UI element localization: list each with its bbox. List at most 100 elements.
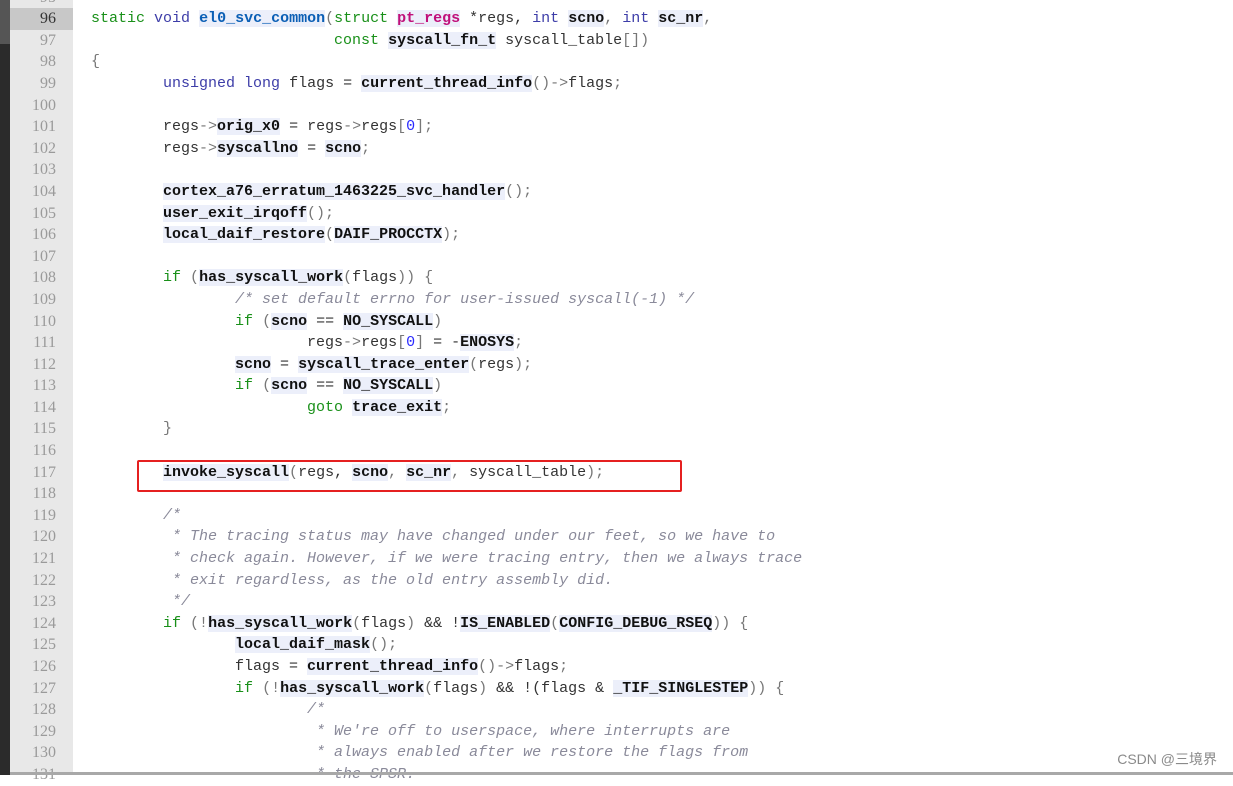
code-token: && ! bbox=[415, 614, 461, 632]
code-token: ( bbox=[424, 679, 434, 697]
line-number[interactable]: 113 bbox=[10, 375, 73, 397]
code-token: { bbox=[739, 614, 749, 632]
code-token: []) bbox=[622, 31, 650, 49]
code-line[interactable]: regs->orig_x0 = regs->regs[0]; bbox=[73, 116, 1233, 138]
code-line[interactable]: if (scno == NO_SYSCALL) bbox=[73, 375, 1233, 397]
code-line[interactable] bbox=[73, 246, 1233, 268]
line-number[interactable]: 128 bbox=[10, 699, 73, 721]
line-number[interactable]: 99 bbox=[10, 73, 73, 95]
code-line[interactable]: static void el0_svc_common(struct pt_reg… bbox=[73, 8, 1233, 30]
code-line[interactable]: unsigned long flags = current_thread_inf… bbox=[73, 73, 1233, 95]
line-number[interactable]: 105 bbox=[10, 203, 73, 225]
line-number[interactable]: 116 bbox=[10, 440, 73, 462]
code-token: has_syscall_work bbox=[199, 269, 344, 287]
code-line[interactable]: regs->syscallno = scno; bbox=[73, 138, 1233, 160]
code-line[interactable]: if (!has_syscall_work(flags) && !(flags … bbox=[73, 678, 1233, 700]
line-number[interactable]: 98 bbox=[10, 51, 73, 73]
code-token: ()-> bbox=[478, 658, 515, 676]
code-line[interactable] bbox=[73, 440, 1233, 462]
line-number[interactable]: 101 bbox=[10, 116, 73, 138]
code-token: ( bbox=[325, 10, 335, 28]
code-line[interactable]: /* bbox=[73, 505, 1233, 527]
line-number[interactable]: 121 bbox=[10, 548, 73, 570]
line-number[interactable]: 123 bbox=[10, 591, 73, 613]
line-number[interactable]: 102 bbox=[10, 138, 73, 160]
code-line[interactable]: local_daif_restore(DAIF_PROCCTX); bbox=[73, 224, 1233, 246]
code-token: [ bbox=[397, 334, 407, 352]
line-number[interactable]: 107 bbox=[10, 246, 73, 268]
code-line[interactable]: local_daif_mask(); bbox=[73, 634, 1233, 656]
code-line[interactable]: /* bbox=[73, 699, 1233, 721]
code-token: = bbox=[271, 355, 299, 373]
code-line[interactable] bbox=[73, 95, 1233, 117]
line-number[interactable]: 111 bbox=[10, 332, 73, 354]
code-line[interactable]: if (scno == NO_SYSCALL) bbox=[73, 311, 1233, 333]
line-number[interactable]: 95 bbox=[10, 0, 73, 8]
code-line[interactable]: } bbox=[73, 418, 1233, 440]
line-number[interactable]: 119 bbox=[10, 505, 73, 527]
code-token: ) bbox=[433, 377, 443, 395]
code-line[interactable]: regs->regs[0] = -ENOSYS; bbox=[73, 332, 1233, 354]
code-token: flags bbox=[568, 74, 614, 92]
code-token: ()-> bbox=[532, 74, 569, 92]
code-line[interactable]: const syscall_fn_t syscall_table[]) bbox=[73, 30, 1233, 52]
code-token: (); bbox=[505, 182, 533, 200]
sidebar-scroll-thumb[interactable] bbox=[0, 0, 10, 44]
line-number[interactable]: 124 bbox=[10, 613, 73, 635]
code-line[interactable]: * The tracing status may have changed un… bbox=[73, 526, 1233, 548]
code-line[interactable]: * check again. However, if we were traci… bbox=[73, 548, 1233, 570]
code-token: syscall_table bbox=[496, 31, 623, 49]
line-number[interactable]: 117 bbox=[10, 462, 73, 484]
line-number[interactable]: 97 bbox=[10, 30, 73, 52]
code-token: (! bbox=[262, 679, 281, 697]
code-line[interactable] bbox=[73, 0, 1233, 8]
code-token: ( bbox=[262, 377, 272, 395]
line-number[interactable]: 109 bbox=[10, 289, 73, 311]
code-token: -> bbox=[199, 118, 218, 136]
code-line[interactable]: scno = syscall_trace_enter(regs); bbox=[73, 354, 1233, 376]
code-line[interactable]: if (has_syscall_work(flags)) { bbox=[73, 267, 1233, 289]
line-number[interactable]: 103 bbox=[10, 159, 73, 181]
line-number[interactable]: 104 bbox=[10, 181, 73, 203]
line-number[interactable]: 114 bbox=[10, 397, 73, 419]
code-token: * The tracing status may have changed un… bbox=[163, 528, 776, 546]
code-token: = regs bbox=[280, 118, 344, 136]
code-line[interactable]: */ bbox=[73, 591, 1233, 613]
code-token: -> bbox=[343, 118, 362, 136]
line-number[interactable]: 120 bbox=[10, 526, 73, 548]
line-number[interactable]: 118 bbox=[10, 483, 73, 505]
line-number[interactable]: 125 bbox=[10, 634, 73, 656]
line-number[interactable]: 100 bbox=[10, 95, 73, 117]
code-line[interactable]: * We're off to userspace, where interrup… bbox=[73, 721, 1233, 743]
code-line[interactable]: * exit regardless, as the old entry asse… bbox=[73, 570, 1233, 592]
line-number[interactable]: 96 bbox=[10, 8, 73, 30]
line-number[interactable]: 122 bbox=[10, 570, 73, 592]
code-line[interactable]: user_exit_irqoff(); bbox=[73, 203, 1233, 225]
code-line[interactable]: /* set default errno for user-issued sys… bbox=[73, 289, 1233, 311]
code-line[interactable]: flags = current_thread_info()->flags; bbox=[73, 656, 1233, 678]
line-number[interactable]: 130 bbox=[10, 742, 73, 764]
line-number[interactable]: 106 bbox=[10, 224, 73, 246]
code-line[interactable]: { bbox=[73, 51, 1233, 73]
line-number[interactable]: 115 bbox=[10, 418, 73, 440]
code-token: pt_regs bbox=[397, 10, 461, 28]
code-token: static bbox=[91, 10, 146, 28]
code-line[interactable]: goto trace_exit; bbox=[73, 397, 1233, 419]
line-number[interactable]: 126 bbox=[10, 656, 73, 678]
code-line[interactable]: cortex_a76_erratum_1463225_svc_handler()… bbox=[73, 181, 1233, 203]
line-number[interactable]: 127 bbox=[10, 678, 73, 700]
line-number[interactable]: 108 bbox=[10, 267, 73, 289]
code-line[interactable]: * always enabled after we restore the fl… bbox=[73, 742, 1233, 764]
code-line[interactable]: if (!has_syscall_work(flags) && !IS_ENAB… bbox=[73, 613, 1233, 635]
line-number[interactable]: 112 bbox=[10, 354, 73, 376]
line-number[interactable]: 110 bbox=[10, 311, 73, 333]
code-line[interactable] bbox=[73, 159, 1233, 181]
line-number[interactable]: 129 bbox=[10, 721, 73, 743]
